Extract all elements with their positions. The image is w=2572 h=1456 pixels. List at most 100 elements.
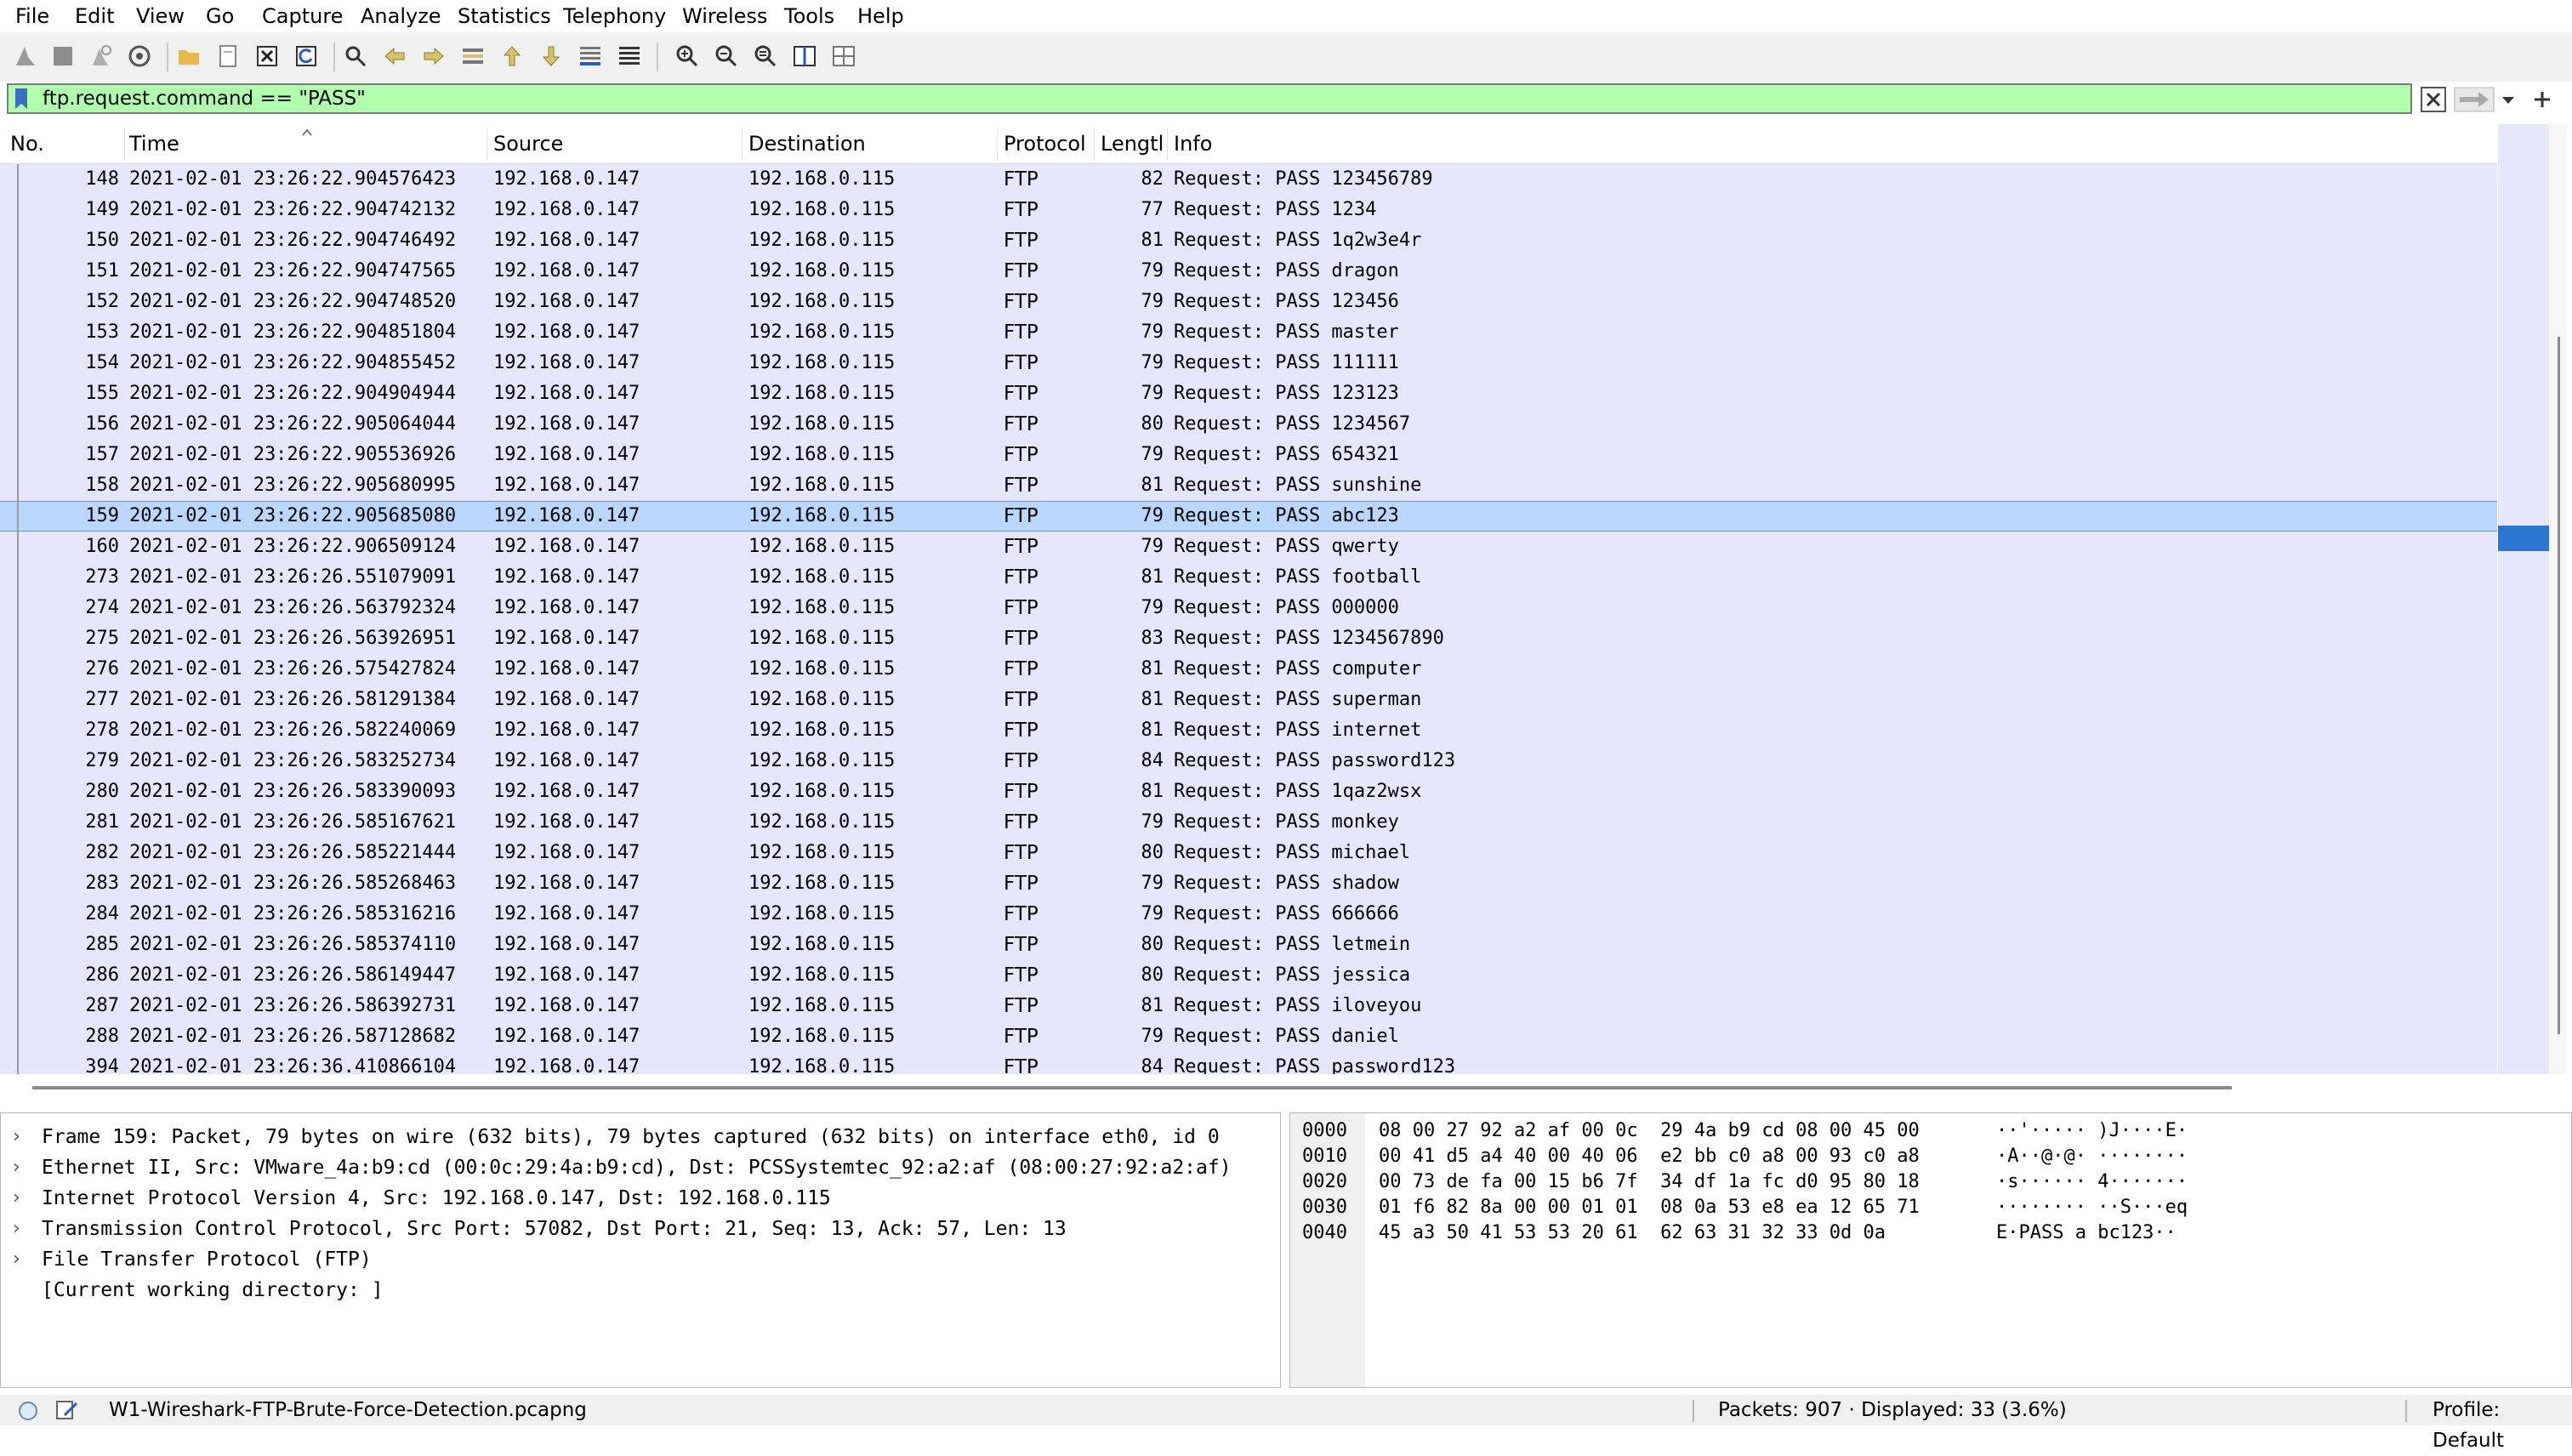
packet-row[interactable]: 285 2021-02-01 23:26:26.585374110 192.168.… <box>0 930 2497 960</box>
packet-row[interactable]: 153 2021-02-01 23:26:22.904851804 192.168.… <box>0 317 2497 348</box>
hex-ascii[interactable]: ·A··@·@· ········ <box>1996 1144 2188 1169</box>
packet-detail-item[interactable]: File Transfer Protocol (FTP) <box>42 1244 372 1275</box>
packet-row[interactable]: 148 2021-02-01 23:26:22.904576423 192.168.… <box>0 164 2497 195</box>
hex-ascii[interactable]: ·s······ 4······· <box>1996 1169 2188 1195</box>
packet-row[interactable]: 151 2021-02-01 23:26:22.904747565 192.168.… <box>0 256 2497 287</box>
menu-edit[interactable]: Edit <box>71 2 117 31</box>
open-file-icon[interactable] <box>174 41 204 71</box>
menu-go[interactable]: Go <box>202 2 237 31</box>
packet-row[interactable]: 155 2021-02-01 23:26:22.904904944 192.168.… <box>0 378 2497 409</box>
hex-bytes[interactable]: 08 00 27 92 a2 af 00 0c 29 4a b9 cd 08 0… <box>1379 1118 1920 1144</box>
packet-list-vertical-scrollbar[interactable] <box>2550 124 2567 1074</box>
packet-row[interactable]: 282 2021-02-01 23:26:26.585221444 192.168.… <box>0 838 2497 868</box>
column-divider[interactable] <box>1094 128 1095 160</box>
auto-scroll-icon[interactable] <box>575 41 606 71</box>
packet-detail-item[interactable]: Frame 159: Packet, 79 bytes on wire (632… <box>42 1122 1220 1152</box>
packet-row[interactable]: 158 2021-02-01 23:26:22.905680995 192.168.… <box>0 470 2497 501</box>
hex-bytes[interactable]: 00 41 d5 a4 40 00 40 06 e2 bb c0 a8 00 9… <box>1379 1144 1920 1169</box>
packet-row[interactable]: 152 2021-02-01 23:26:22.904748520 192.168.… <box>0 287 2497 317</box>
menu-capture[interactable]: Capture <box>259 2 346 31</box>
menu-wireless[interactable]: Wireless <box>679 2 771 31</box>
packet-detail-item[interactable]: [Current working directory: ] <box>42 1275 384 1305</box>
apply-filter-arrow-icon[interactable] <box>2453 85 2495 114</box>
packet-row[interactable]: 149 2021-02-01 23:26:22.904742132 192.168.… <box>0 195 2497 225</box>
hex-bytes[interactable]: 01 f6 82 8a 00 00 01 01 08 0a 53 e8 ea 1… <box>1379 1195 1920 1220</box>
save-file-icon[interactable] <box>213 41 243 71</box>
capture-options-icon[interactable] <box>124 41 155 71</box>
stop-capture-icon[interactable] <box>48 41 78 71</box>
vertical-scroll-thumb[interactable] <box>2558 337 2560 1034</box>
menu-tools[interactable]: Tools <box>781 2 838 31</box>
bookmark-icon[interactable] <box>12 87 31 111</box>
packet-bytes-pane[interactable]: 0000 08 00 27 92 a2 af 00 0c 29 4a b9 cd … <box>1289 1112 2572 1388</box>
column-header-source[interactable]: Source <box>493 131 563 156</box>
find-packet-icon[interactable] <box>340 41 371 71</box>
column-header-length[interactable]: Lengtl <box>1101 131 1162 156</box>
menu-file[interactable]: File <box>12 2 53 31</box>
packet-details-pane[interactable]: › Frame 159: Packet, 79 bytes on wire (63… <box>0 1112 1281 1388</box>
packet-row[interactable]: 160 2021-02-01 23:26:22.906509124 192.168.… <box>0 532 2497 562</box>
go-back-icon[interactable] <box>379 41 410 71</box>
menu-analyze[interactable]: Analyze <box>357 2 445 31</box>
status-profile[interactable]: Profile: Default <box>2433 1395 2572 1452</box>
packet-row-selected[interactable]: 159 2021-02-01 23:26:22.905685080 192.168.… <box>0 501 2497 532</box>
go-last-icon[interactable] <box>536 41 566 71</box>
zoom-out-icon[interactable] <box>711 41 742 71</box>
packet-row[interactable]: 279 2021-02-01 23:26:26.583252734 192.168.… <box>0 746 2497 776</box>
column-header-time[interactable]: Time <box>129 131 179 156</box>
column-header-info[interactable]: Info <box>1174 131 1212 156</box>
packet-row[interactable]: 394 2021-02-01 23:26:36.410866104 192.168.… <box>0 1052 2497 1074</box>
packet-row[interactable]: 157 2021-02-01 23:26:22.905536926 192.168.… <box>0 440 2497 470</box>
packet-detail-item[interactable]: Transmission Control Protocol, Src Port:… <box>42 1214 1067 1244</box>
restart-capture-icon[interactable] <box>85 41 116 71</box>
reload-file-icon[interactable] <box>291 41 322 71</box>
go-forward-icon[interactable] <box>418 41 449 71</box>
packet-row[interactable]: 280 2021-02-01 23:26:26.583390093 192.168.… <box>0 776 2497 807</box>
go-first-icon[interactable] <box>497 41 527 71</box>
expert-info-icon[interactable] <box>17 1400 39 1422</box>
column-header-protocol[interactable]: Protocol <box>1004 131 1086 156</box>
packet-detail-item[interactable]: Ethernet II, Src: VMware_4a:b9:cd (00:0c… <box>42 1152 1232 1183</box>
packet-list[interactable]: 148 2021-02-01 23:26:22.904576423 192.168.… <box>0 164 2497 1074</box>
hex-ascii[interactable]: ········ ··S···eq <box>1996 1195 2188 1220</box>
expand-chevron-icon[interactable]: › <box>13 1122 20 1152</box>
packet-list-horizontal-scrollbar[interactable] <box>0 1075 2572 1101</box>
packet-row[interactable]: 288 2021-02-01 23:26:26.587128682 192.168.… <box>0 1021 2497 1052</box>
packet-row[interactable]: 277 2021-02-01 23:26:26.581291384 192.168.… <box>0 685 2497 715</box>
add-filter-button-icon[interactable] <box>2528 85 2557 114</box>
hex-ascii[interactable]: E·PASS a bc123·· <box>1996 1220 2177 1246</box>
display-filter-input[interactable]: ftp.request.command == "PASS" <box>7 83 2412 114</box>
packet-row[interactable]: 156 2021-02-01 23:26:22.905064044 192.168.… <box>0 409 2497 440</box>
packet-row[interactable]: 275 2021-02-01 23:26:26.563926951 192.168.… <box>0 623 2497 654</box>
layout-icon[interactable] <box>828 41 859 71</box>
resize-columns-icon[interactable] <box>789 41 820 71</box>
packet-row[interactable]: 281 2021-02-01 23:26:26.585167621 192.168.… <box>0 807 2497 838</box>
expand-chevron-icon[interactable]: › <box>13 1244 20 1275</box>
shark-fin-start-icon[interactable] <box>10 41 41 71</box>
expand-chevron-icon[interactable]: › <box>13 1152 20 1183</box>
column-header-destination[interactable]: Destination <box>748 131 866 156</box>
hex-bytes[interactable]: 45 a3 50 41 53 53 20 61 62 63 31 32 33 0… <box>1379 1220 1886 1246</box>
expand-chevron-icon[interactable]: › <box>13 1214 20 1244</box>
packet-row[interactable]: 284 2021-02-01 23:26:26.585316216 192.168.… <box>0 899 2497 930</box>
column-divider[interactable] <box>124 128 125 160</box>
go-to-packet-icon[interactable] <box>458 41 488 71</box>
packet-row[interactable]: 276 2021-02-01 23:26:26.575427824 192.168.… <box>0 654 2497 685</box>
close-file-icon[interactable] <box>252 41 282 71</box>
packet-list-minimap[interactable] <box>2498 124 2549 1074</box>
column-divider[interactable] <box>1167 128 1168 160</box>
packet-row[interactable]: 273 2021-02-01 23:26:26.551079091 192.168.… <box>0 562 2497 593</box>
colorize-icon[interactable] <box>614 41 645 71</box>
column-divider[interactable] <box>997 128 998 160</box>
column-divider[interactable] <box>742 128 743 160</box>
clear-filter-icon[interactable] <box>2419 85 2448 114</box>
expand-chevron-icon[interactable]: › <box>13 1183 20 1214</box>
packet-row[interactable]: 286 2021-02-01 23:26:26.586149447 192.168.… <box>0 960 2497 991</box>
menu-telephony[interactable]: Telephony <box>560 2 669 31</box>
menu-help[interactable]: Help <box>854 2 908 31</box>
filter-history-dropdown-icon[interactable] <box>2495 85 2521 114</box>
packet-detail-item[interactable]: Internet Protocol Version 4, Src: 192.16… <box>42 1183 831 1214</box>
menu-statistics[interactable]: Statistics <box>454 2 555 31</box>
capture-comment-icon[interactable] <box>54 1398 80 1422</box>
normal-size-icon[interactable] <box>750 41 781 71</box>
